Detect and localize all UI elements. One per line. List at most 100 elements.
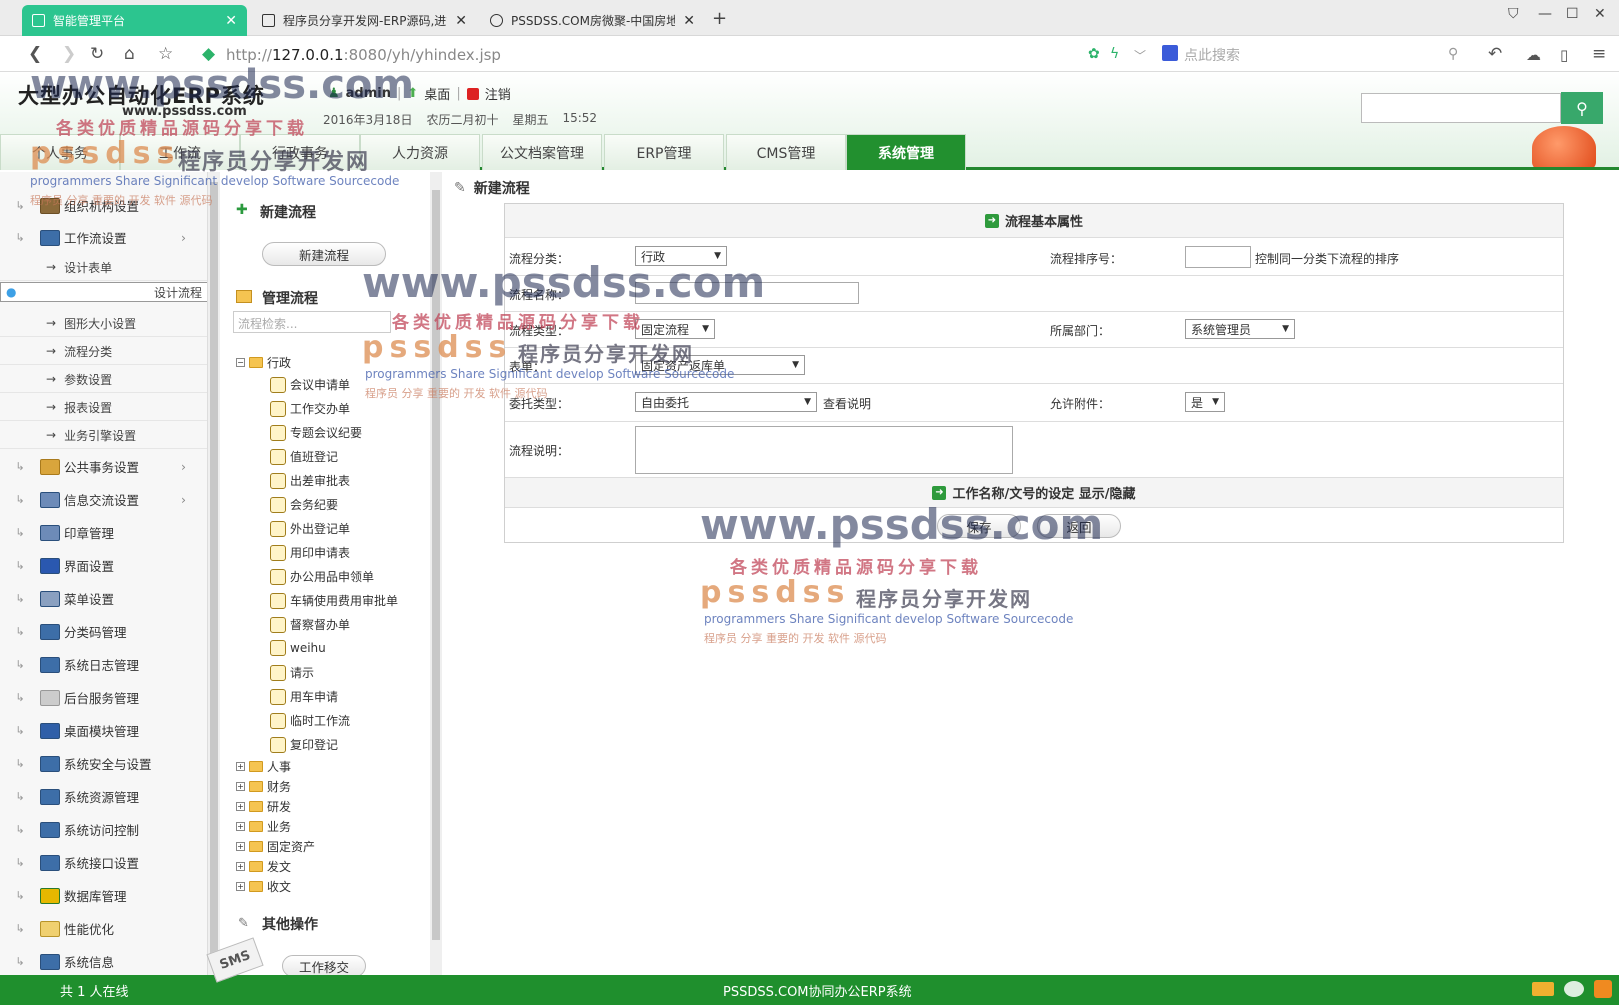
tree-leaf[interactable]: 会议申请单 (270, 376, 350, 393)
desktop-link[interactable]: 桌面 (424, 84, 450, 103)
sidebar-item[interactable]: ↳ 界面设置 (0, 549, 207, 582)
tree-leaf[interactable]: 办公用品申领单 (270, 568, 374, 585)
tree-folder[interactable]: + 研发 (236, 798, 291, 815)
sidebar-item[interactable]: ↳ 系统日志管理 (0, 648, 207, 681)
close-icon[interactable]: ✕ (683, 13, 695, 29)
save-button[interactable]: 保存 (937, 514, 1021, 538)
minus-icon[interactable]: − (236, 358, 245, 367)
type-select[interactable]: 固定流程 ▼ (635, 319, 715, 339)
sidebar-item[interactable]: ↳ 系统访问控制 (0, 813, 207, 846)
undo-icon[interactable]: ↶ (1488, 44, 1502, 64)
browser-tab-active[interactable]: 智能管理平台 ✕ (22, 5, 247, 36)
maximize-icon[interactable]: ☐ (1566, 6, 1579, 22)
sidebar-item[interactable]: ↳ 系统资源管理 (0, 780, 207, 813)
nav-tab-admin[interactable]: 行政事务 (240, 134, 360, 170)
nav-tab-system[interactable]: 系统管理 (846, 134, 966, 170)
sidebar-subitem[interactable]: → 参数设置 (0, 366, 207, 393)
plus-icon[interactable]: + (236, 842, 245, 851)
tree-folder[interactable]: + 业务 (236, 818, 291, 835)
attach-select[interactable]: 是 ▼ (1185, 392, 1225, 412)
back-icon[interactable]: ❮ (28, 44, 42, 64)
search-button[interactable]: ⚲ (1561, 92, 1603, 124)
sidebar-item[interactable]: ↳ 菜单设置 (0, 582, 207, 615)
tree-leaf[interactable]: 用印申请表 (270, 544, 350, 561)
sidebar-item[interactable]: ↳ 系统信息 (0, 945, 207, 975)
tree-leaf[interactable]: 专题会议纪要 (270, 424, 362, 441)
nav-tab-erp[interactable]: ERP管理 (604, 134, 724, 170)
category-select[interactable]: 行政 ▼ (635, 246, 727, 266)
sidebar-subitem[interactable]: → 图形大小设置 (0, 310, 207, 337)
browser-tab[interactable]: 程序员分享开发网-ERP源码,进销 ✕ (252, 5, 477, 36)
mail-icon[interactable] (1532, 982, 1554, 996)
tree-leaf[interactable]: 会务纪要 (270, 496, 338, 513)
tree-folder[interactable]: + 收文 (236, 878, 291, 895)
sidebar-item[interactable]: ↳ 桌面模块管理 (0, 714, 207, 747)
nav-tab-cms[interactable]: CMS管理 (726, 134, 846, 170)
sidebar-item[interactable]: ↳ 性能优化 (0, 912, 207, 945)
plus-icon[interactable]: + (236, 882, 245, 891)
sidebar-item[interactable]: ↳ 系统接口设置 (0, 846, 207, 879)
dept-select[interactable]: 系统管理员 ▼ (1185, 319, 1295, 339)
work-name-toggle[interactable]: ➜ 工作名称/文号的设定 显示/隐藏 (505, 478, 1563, 508)
sidebar-subitem[interactable]: → 流程分类 (0, 338, 207, 365)
back-button[interactable]: 返回 (1037, 514, 1121, 538)
search-icon[interactable]: ⚲ (1448, 46, 1458, 62)
sidebar-item[interactable]: ↳ 数据库管理 (0, 879, 207, 912)
form-select[interactable]: 固定资产返库单 ▼ (635, 355, 805, 375)
shirt-icon[interactable]: ⛉ (1508, 6, 1519, 22)
delegate-help-link[interactable]: 查看说明 (823, 395, 871, 412)
chat-icon[interactable] (1564, 981, 1584, 997)
scrollbar-thumb[interactable] (210, 182, 218, 955)
forward-icon[interactable]: ❯ (62, 44, 76, 64)
rss-icon[interactable] (1594, 980, 1612, 998)
tree-leaf[interactable]: weihu (270, 640, 326, 656)
menu-icon[interactable]: ≡ (1592, 44, 1606, 64)
sidebar-item-workflow[interactable]: ↳ 工作流设置 › (0, 221, 207, 254)
work-transfer-button[interactable]: 工作移交 (282, 955, 366, 977)
browser-search-input[interactable]: 点此搜索 (1184, 45, 1240, 65)
sidebar-item[interactable]: ↳ 公共事务设置 › (0, 450, 207, 483)
tree-leaf[interactable]: 车辆使用费用审批单 (270, 592, 398, 609)
sidebar-item[interactable]: ↳ 系统安全与设置 (0, 747, 207, 780)
reload-icon[interactable]: ↻ (90, 44, 104, 64)
browser-tab[interactable]: PSSDSS.COM房微聚-中国房地产 ✕ (480, 5, 705, 36)
nav-tab-archive[interactable]: 公文档案管理 (482, 134, 602, 170)
nav-tab-personal[interactable]: 个人事务 (0, 134, 120, 170)
chevron-down-icon[interactable]: ﹀ (1134, 47, 1146, 64)
username[interactable]: admin (346, 86, 391, 101)
tree-leaf[interactable]: 外出登记单 (270, 520, 350, 537)
sidebar-subitem[interactable]: → 业务引擎设置 (0, 422, 207, 449)
home-icon[interactable]: ⌂ (124, 44, 135, 64)
tree-leaf[interactable]: 值班登记 (270, 448, 338, 465)
sidebar-item[interactable]: ↳ 印章管理 (0, 516, 207, 549)
header-search-input[interactable] (1361, 93, 1561, 123)
sidebar-subitem-selected[interactable]: ● 设计流程 (0, 282, 207, 302)
close-icon[interactable]: ✕ (455, 13, 467, 29)
sidebar-item[interactable]: ↳ 信息交流设置 › (0, 483, 207, 516)
plus-icon[interactable]: + (236, 822, 245, 831)
nav-tab-workflow[interactable]: 工作流 (120, 134, 240, 170)
delegate-select[interactable]: 自由委托 ▼ (635, 392, 817, 412)
star-icon[interactable]: ☆ (158, 44, 173, 64)
sidebar-item[interactable]: ↳ 后台服务管理 (0, 681, 207, 714)
tree-leaf[interactable]: 督察督办单 (270, 616, 350, 633)
new-flow-button[interactable]: 新建流程 (262, 242, 386, 266)
flow-description-textarea[interactable] (635, 426, 1013, 474)
tree-folder[interactable]: + 固定资产 (236, 838, 315, 855)
close-window-icon[interactable]: ✕ (1594, 6, 1606, 22)
tree-leaf[interactable]: 复印登记 (270, 736, 338, 753)
flow-search-input[interactable]: 流程检索... (233, 311, 391, 333)
tree-leaf[interactable]: 工作交办单 (270, 400, 350, 417)
plus-icon[interactable]: + (236, 802, 245, 811)
minimize-icon[interactable]: — (1538, 6, 1552, 22)
close-icon[interactable]: ✕ (225, 13, 237, 29)
tree-node-root[interactable]: − 行政 (236, 354, 291, 371)
tree-leaf[interactable]: 用车申请 (270, 688, 338, 705)
sidebar-item-org[interactable]: ↳ 组织机构设置 (0, 189, 207, 222)
scrollbar-thumb[interactable] (432, 190, 440, 940)
plus-icon[interactable]: + (236, 862, 245, 871)
tree-leaf[interactable]: 临时工作流 (270, 712, 350, 729)
tree-folder[interactable]: + 财务 (236, 778, 291, 795)
logout-link[interactable]: 注销 (485, 84, 511, 103)
url-field[interactable]: http://127.0.0.1:8080/yh/yhindex.jsp (226, 46, 501, 64)
